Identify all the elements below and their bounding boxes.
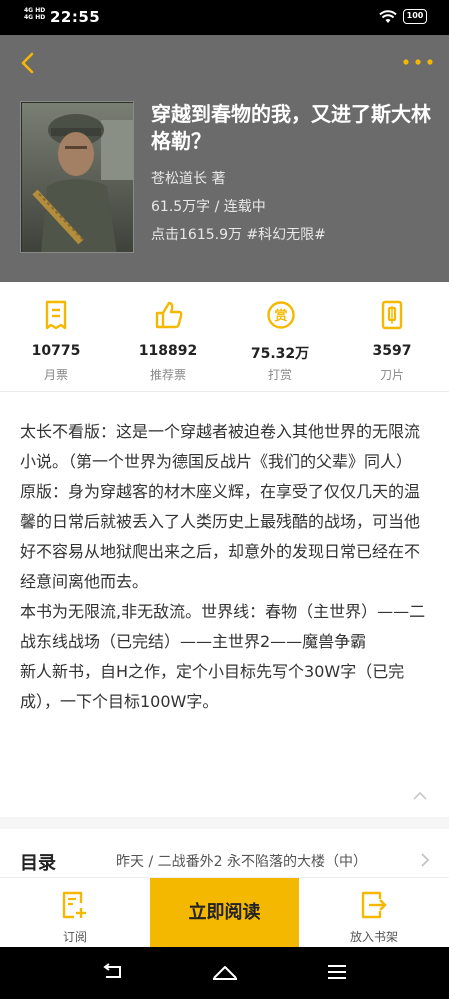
- back-arrow-icon[interactable]: [14, 49, 42, 77]
- stat-label: 打赏: [267, 368, 292, 382]
- monthly-ticket-icon: [45, 300, 67, 330]
- stat-value: 75.32万: [250, 346, 310, 362]
- book-word-count: 61.5万字 / 连载中: [151, 199, 266, 215]
- blade-icon: [381, 300, 403, 330]
- menu-nav-icon[interactable]: [326, 963, 348, 981]
- add-to-shelf-icon: [361, 891, 387, 919]
- stat-blade[interactable]: 3597 刀片: [336, 282, 448, 392]
- stat-reward[interactable]: 赏 75.32万 打赏: [224, 282, 336, 392]
- latest-chapter: 昨天 / 二战番外2 永不陷落的大楼（中）: [116, 854, 367, 870]
- stat-recommend-ticket[interactable]: 118892 推荐票: [112, 282, 224, 392]
- stat-monthly-ticket[interactable]: 10775 月票: [0, 282, 112, 392]
- back-nav-icon[interactable]: [102, 963, 124, 981]
- collapse-chevron-icon[interactable]: [412, 791, 428, 801]
- stat-label: 月票: [43, 368, 68, 382]
- stat-label: 推荐票: [149, 368, 186, 382]
- book-cover-image: [21, 102, 133, 252]
- stat-value: 118892: [138, 343, 198, 359]
- chevron-right-icon: [421, 853, 430, 867]
- bottom-action-bar: 订阅 立即阅读 放入书架: [0, 877, 449, 948]
- book-detail-screen: 4G HD 4G HD 22:55 100 穿越到春物的我，又进了斯大林格勒？ …: [0, 0, 449, 999]
- catalog-row[interactable]: 目录 昨天 / 二战番外2 永不陷落的大楼（中）: [0, 829, 449, 877]
- book-header: 穿越到春物的我，又进了斯大林格勒？ 苍松道长 著 61.5万字 / 连载中 点击…: [0, 35, 449, 282]
- network-indicator: 4G HD 4G HD: [24, 7, 46, 21]
- stat-value: 10775: [31, 343, 81, 359]
- status-bar: 4G HD 4G HD 22:55 100: [0, 0, 449, 35]
- book-description: 太长不看版：这是一个穿越者被迫卷入其他世界的无限流小说。（第一个世界为德国反战片…: [0, 393, 449, 817]
- svg-text:赏: 赏: [274, 308, 287, 324]
- subscribe-icon: [62, 891, 86, 919]
- status-time: 22:55: [50, 8, 101, 26]
- home-nav-icon[interactable]: [211, 963, 239, 981]
- thumbs-up-icon: [155, 301, 183, 329]
- reward-coin-icon: 赏: [267, 301, 295, 329]
- book-cover[interactable]: [20, 101, 134, 253]
- catalog-label: 目录: [20, 853, 56, 874]
- book-stats: 10775 月票 118892 推荐票 赏 75.32万 打赏 3597 刀片: [0, 282, 449, 392]
- more-options-icon[interactable]: [401, 55, 435, 69]
- system-nav-bar: [0, 947, 449, 999]
- stat-value: 3597: [372, 343, 412, 359]
- section-divider: [0, 817, 449, 829]
- add-to-shelf-button[interactable]: 放入书架: [299, 878, 449, 948]
- wifi-icon: [379, 10, 397, 23]
- book-clicks-tag: 点击1615.9万 #科幻无限#: [151, 227, 326, 243]
- add-to-shelf-label: 放入书架: [349, 930, 398, 944]
- description-text: 太长不看版：这是一个穿越者被迫卷入其他世界的无限流小说。（第一个世界为德国反战片…: [20, 422, 426, 711]
- read-now-button[interactable]: 立即阅读: [150, 878, 299, 948]
- subscribe-button[interactable]: 订阅: [0, 878, 150, 948]
- subscribe-label: 订阅: [62, 930, 87, 944]
- book-title: 穿越到春物的我，又进了斯大林格勒？: [151, 102, 431, 153]
- book-author[interactable]: 苍松道长 著: [151, 168, 225, 188]
- stat-label: 刀片: [379, 368, 404, 382]
- battery-indicator: 100: [403, 9, 427, 24]
